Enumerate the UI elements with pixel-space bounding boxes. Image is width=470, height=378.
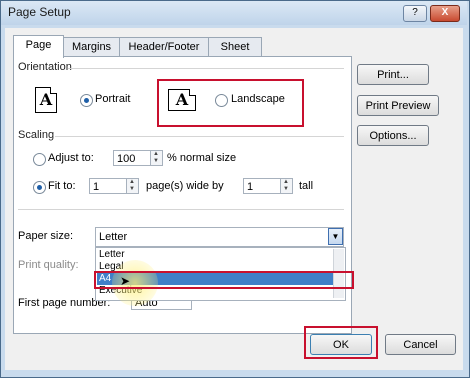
- spin-up-icon: ▲: [129, 179, 135, 185]
- spin-down-icon: ▼: [129, 186, 135, 192]
- adjust-percent-spinner[interactable]: ▲ ▼: [150, 150, 163, 166]
- pages-tall-label: tall: [299, 180, 314, 192]
- landscape-page-icon: A: [168, 89, 196, 111]
- help-button[interactable]: ?: [403, 5, 427, 22]
- ok-button[interactable]: OK: [310, 334, 372, 355]
- print-quality-label: Print quality:: [18, 259, 79, 271]
- mouse-pointer-icon: ➤: [120, 274, 131, 288]
- print-preview-button[interactable]: Print Preview: [357, 95, 439, 116]
- help-icon: ?: [412, 7, 418, 18]
- tab-sheet[interactable]: Sheet: [208, 37, 262, 57]
- orientation-label: Orientation: [18, 61, 72, 73]
- close-button[interactable]: X: [430, 5, 460, 22]
- portrait-label[interactable]: Portrait: [95, 93, 130, 105]
- portrait-page-icon: A: [35, 87, 57, 113]
- normal-size-suffix: % normal size: [167, 152, 237, 164]
- portrait-radio[interactable]: [80, 94, 93, 107]
- scaling-divider: [55, 136, 344, 137]
- scaling-bottom-divider: [18, 209, 344, 210]
- tab-header-footer[interactable]: Header/Footer: [119, 37, 209, 57]
- spin-down-icon: ▼: [153, 158, 159, 164]
- print-button[interactable]: Print...: [357, 64, 429, 85]
- fit-to-label[interactable]: Fit to:: [48, 180, 76, 192]
- adjust-to-radio[interactable]: [33, 153, 46, 166]
- fit-tall-input[interactable]: 1: [243, 178, 281, 194]
- cancel-button[interactable]: Cancel: [385, 334, 456, 355]
- landscape-label[interactable]: Landscape: [231, 93, 285, 105]
- a4-highlight-box: [94, 271, 354, 289]
- paper-size-select[interactable]: Letter: [95, 227, 344, 247]
- adjust-to-label[interactable]: Adjust to:: [48, 152, 94, 164]
- fit-to-radio[interactable]: [33, 181, 46, 194]
- orientation-divider: [68, 68, 344, 69]
- fit-wide-spinner[interactable]: ▲ ▼: [126, 178, 139, 194]
- pages-wide-label: page(s) wide by: [146, 180, 224, 192]
- adjust-percent-input[interactable]: 100: [113, 150, 151, 166]
- paper-size-label: Paper size:: [18, 230, 74, 242]
- fit-tall-spinner[interactable]: ▲ ▼: [280, 178, 293, 194]
- spin-up-icon: ▲: [153, 151, 159, 157]
- tab-page[interactable]: Page: [13, 35, 64, 58]
- options-button[interactable]: Options...: [357, 125, 429, 146]
- fit-wide-input[interactable]: 1: [89, 178, 127, 194]
- landscape-radio[interactable]: [215, 94, 228, 107]
- dialog-title: Page Setup: [8, 5, 71, 19]
- scaling-label: Scaling: [18, 129, 55, 141]
- dropdown-arrow-icon[interactable]: ▼: [328, 228, 343, 245]
- close-icon: X: [441, 7, 449, 18]
- tab-margins[interactable]: Margins: [63, 37, 120, 57]
- spin-up-icon: ▲: [283, 179, 289, 185]
- spin-down-icon: ▼: [283, 186, 289, 192]
